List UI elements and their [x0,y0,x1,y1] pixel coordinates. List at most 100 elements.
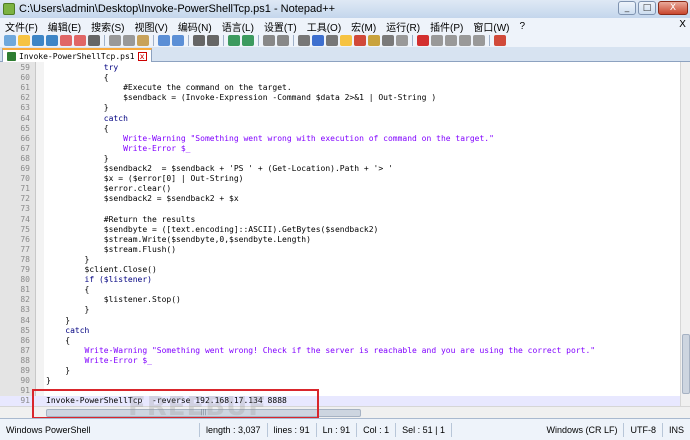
undo-icon[interactable] [158,35,170,46]
status-insert-mode: INS [668,424,684,435]
sync-vertical-icon[interactable] [263,35,275,46]
vertical-scroll-thumb[interactable] [682,334,690,394]
play-multiple-icon[interactable] [459,35,471,46]
minimize-button[interactable]: _ [618,1,636,15]
record-macro-icon[interactable] [417,35,429,46]
play-macro-icon[interactable] [445,35,457,46]
toolbar-separator [223,35,224,46]
code-line: 61 #Execute the command on the target. [0,83,680,93]
line-number: 91 [20,396,30,406]
vertical-scrollbar[interactable] [680,62,690,406]
code-text: { [46,123,109,133]
redo-icon[interactable] [172,35,184,46]
menu-view[interactable]: 视图(V) [129,19,172,34]
code-line: 82 $listener.Stop() [0,295,680,305]
code-line: 73 [0,204,680,214]
line-number: 81 [20,285,30,295]
code-text: $stream.Write($sendbyte,0,$sendbyte.Leng… [46,234,311,244]
code-line: 77 $stream.Flush() [0,245,680,255]
stop-macro-icon[interactable] [431,35,443,46]
language-icon[interactable] [340,35,352,46]
code-line: 78 } [0,255,680,265]
menu-run[interactable]: 运行(R) [381,19,425,34]
status-selection: Sel : 51 | 1 [396,422,452,437]
find-icon[interactable] [193,35,205,46]
line-number: 88 [20,355,30,365]
code-text: { [46,73,109,83]
code-text: #Execute the command on the target. [46,83,292,93]
code-line: 84 } [0,316,680,326]
line-number: 60 [20,73,30,83]
sync-horizontal-icon[interactable] [277,35,289,46]
code-line: 62 $sendback = (Invoke-Expression -Comma… [0,93,680,103]
zoom-in-icon[interactable] [228,35,240,46]
window-title: C:\Users\admin\Desktop\Invoke-PowerShell… [19,3,336,15]
indent-guide-icon[interactable] [326,35,338,46]
code-line: 85 catch [0,326,680,336]
code-line: 70 $x = ($error[0] | Out-String) [0,174,680,184]
doc-map-icon[interactable] [354,35,366,46]
menu-language[interactable]: 语言(L) [217,19,259,34]
line-number: 66 [20,133,30,143]
line-number: 70 [20,174,30,184]
menu-tools[interactable]: 工具(O) [302,19,346,34]
status-eol: Windows (CR LF) [540,422,625,437]
monitoring-icon[interactable] [396,35,408,46]
line-number: 68 [20,153,30,163]
save-icon[interactable] [32,35,44,46]
menu-settings[interactable]: 设置(T) [259,19,302,34]
line-number: 63 [20,103,30,113]
close-button[interactable]: X [658,1,688,15]
code-text: $sendback2 = $sendback + 'PS ' + (Get-Lo… [46,164,393,173]
menu-edit[interactable]: 编辑(E) [43,19,86,34]
line-number: 73 [20,204,30,214]
close-all-icon[interactable] [74,35,86,46]
code-text: if ($listener) [46,275,152,285]
tab-close-icon[interactable]: x [137,51,147,61]
folder-workspace-icon[interactable] [382,35,394,46]
code-text: { [46,335,71,345]
cut-icon[interactable] [109,35,121,46]
replace-icon[interactable] [207,35,219,46]
new-file-icon[interactable] [4,35,16,46]
code-text: Write-Warning "Something went wrong with… [46,133,494,143]
close-file-icon[interactable] [60,35,72,46]
status-line-number: Ln : 91 [317,422,358,437]
menu-window[interactable]: 窗口(W) [468,19,514,34]
maximize-button[interactable]: □ [638,1,656,15]
code-text: Write-Warning "Something went wrong! Che… [46,345,596,355]
code-line: 66 Write-Warning "Something went wrong w… [0,134,680,144]
code-line: 72 $sendback2 = $sendback2 + $x [0,194,680,204]
menu-search[interactable]: 搜索(S) [86,19,129,34]
status-lines: lines : 91 [268,422,317,437]
code-line: 74 #Return the results [0,215,680,225]
code-text: } [46,103,109,113]
show-all-chars-icon[interactable] [312,35,324,46]
code-editor[interactable]: 59 try 60 {61 #Execute the command on the… [0,62,680,406]
menu-encoding[interactable]: 编码(N) [173,19,217,34]
zoom-out-icon[interactable] [242,35,254,46]
line-number: 77 [20,244,30,254]
menu-help[interactable]: ? [515,21,531,32]
close-document-icon[interactable]: X [679,19,686,30]
save-macro-icon[interactable] [473,35,485,46]
tab-invoke-powershelltcp[interactable]: Invoke-PowerShellTcp.ps1 x [2,48,152,62]
open-file-icon[interactable] [18,35,30,46]
menu-file[interactable]: 文件(F) [0,19,43,34]
menu-plugins[interactable]: 插件(P) [425,19,468,34]
spell-check-icon[interactable] [494,35,506,46]
line-number: 82 [20,295,30,305]
menu-macro[interactable]: 宏(M) [346,19,381,34]
toolbar-separator [412,35,413,46]
copy-icon[interactable] [123,35,135,46]
toolbar-separator [258,35,259,46]
word-wrap-icon[interactable] [298,35,310,46]
paste-icon[interactable] [137,35,149,46]
code-line: 89 } [0,366,680,376]
line-number: 69 [20,164,30,173]
tab-label: Invoke-PowerShellTcp.ps1 [19,51,135,61]
function-list-icon[interactable] [368,35,380,46]
save-all-icon[interactable] [46,35,58,46]
print-icon[interactable] [88,35,100,46]
code-line: 86 { [0,336,680,346]
